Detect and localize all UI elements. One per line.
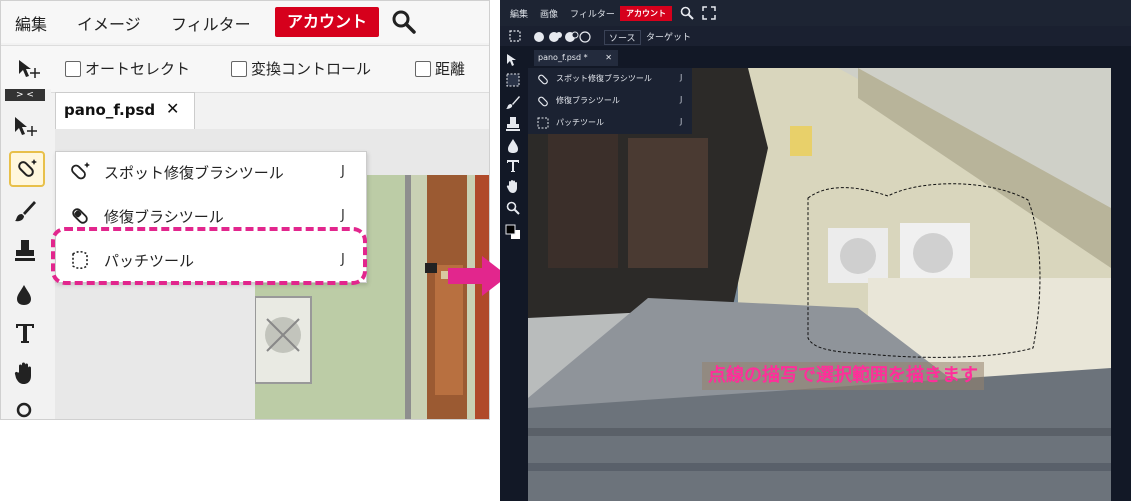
- tab-row: pano_f.psd * ✕: [526, 48, 1131, 66]
- menu-filter[interactable]: フィルター: [570, 7, 615, 20]
- zoom-icon[interactable]: [505, 200, 521, 216]
- source-option[interactable]: ソース: [604, 30, 641, 45]
- menu-bar: 編集 画像 フィルター アカウント: [500, 0, 1131, 26]
- transform-label: 変換コントロール: [251, 60, 372, 78]
- flyout-label: 修復ブラシツール: [556, 96, 620, 105]
- menu-edit[interactable]: 編集: [510, 7, 528, 20]
- spot-healing-icon: [538, 74, 548, 85]
- collapse-toggle[interactable]: > <: [5, 89, 45, 101]
- tool-bar: > <: [1, 89, 51, 419]
- tab-filename: pano_f.psd *: [538, 53, 588, 62]
- tool-bar: [500, 48, 526, 501]
- healing-tools-flyout: スポット修復ブラシツール J 修復ブラシツール J パッチツール J: [528, 68, 692, 134]
- stamp-icon[interactable]: [505, 116, 521, 132]
- move-icon: [15, 117, 37, 136]
- color-swatch-icon[interactable]: [505, 224, 521, 240]
- hand-icon: [14, 362, 31, 384]
- distance-label: 距離: [435, 60, 466, 78]
- left-zoomed-panel: 編集 イメージ フィルター アカウント オートセレクト 変換コントロール 距離 …: [0, 0, 490, 420]
- healing-brush-icon: [72, 208, 88, 224]
- fullscreen-icon[interactable]: [702, 6, 716, 20]
- search-icon[interactable]: [680, 6, 694, 20]
- target-option[interactable]: ターゲット: [646, 30, 691, 43]
- tab-filename: pano_f.psd: [64, 101, 156, 119]
- account-button[interactable]: アカウント: [275, 7, 379, 37]
- menu-edit[interactable]: 編集: [15, 11, 47, 35]
- tab-close-button[interactable]: ✕: [166, 99, 179, 118]
- instruction-caption: 点線の描写で選択範囲を描きます: [702, 362, 984, 390]
- healing-brush-icon: [538, 96, 548, 107]
- patch-tool-highlight: [51, 227, 367, 285]
- patch-icon: [537, 117, 549, 129]
- flyout-shortcut: J: [341, 164, 345, 179]
- move-icon[interactable]: [505, 52, 521, 68]
- brush-icon: [15, 201, 36, 222]
- arrow-right-icon: [448, 256, 508, 296]
- flyout-label: パッチツール: [556, 118, 604, 127]
- hand-icon[interactable]: [505, 178, 521, 194]
- healing-tool[interactable]: [9, 151, 45, 187]
- flyout-shortcut: J: [341, 208, 345, 223]
- transform-checkbox[interactable]: [231, 61, 247, 77]
- move-tool[interactable]: [9, 111, 41, 143]
- stamp-icon: [15, 240, 35, 261]
- flyout-shortcut: J: [680, 95, 683, 104]
- flyout-label: スポット修復ブラシツール: [104, 164, 284, 182]
- drop-icon[interactable]: [505, 138, 521, 154]
- brush-icon[interactable]: [505, 94, 521, 110]
- flyout-item-spot-healing[interactable]: スポット修復ブラシツール J: [528, 68, 692, 90]
- account-button[interactable]: アカウント: [620, 6, 672, 21]
- flyout-item-healing-brush[interactable]: 修復ブラシツール J: [528, 90, 692, 112]
- patch-tool-icon[interactable]: [505, 72, 521, 88]
- search-icon[interactable]: [391, 9, 417, 35]
- type-icon: [16, 324, 34, 343]
- selection-mode-icons[interactable]: [532, 29, 592, 43]
- type-tool[interactable]: [9, 317, 41, 349]
- options-bar: ソース ターゲット: [500, 26, 1131, 46]
- menu-filter[interactable]: フィルター: [171, 11, 251, 35]
- spot-healing-icon: [71, 162, 90, 180]
- menu-bar: 編集 イメージ フィルター アカウント: [1, 1, 489, 43]
- type-icon[interactable]: [505, 158, 521, 174]
- move-tool-icon[interactable]: [17, 58, 41, 80]
- auto-select-checkbox[interactable]: [65, 61, 81, 77]
- flyout-item-patch[interactable]: パッチツール J: [528, 112, 692, 134]
- document-tab[interactable]: pano_f.psd * ✕: [534, 50, 618, 66]
- auto-select-label: オートセレクト: [85, 60, 191, 78]
- drop-icon: [17, 285, 31, 305]
- zoom-tool[interactable]: [9, 395, 41, 419]
- document-tab[interactable]: pano_f.psd ✕: [55, 92, 195, 129]
- menu-image[interactable]: イメージ: [77, 11, 141, 35]
- brush-tool[interactable]: [9, 195, 41, 227]
- stamp-tool[interactable]: [9, 235, 41, 267]
- menu-image[interactable]: 画像: [540, 7, 558, 20]
- flyout-item-spot-healing[interactable]: スポット修復ブラシツール J: [56, 152, 366, 192]
- hand-tool[interactable]: [9, 357, 41, 389]
- tab-close-button[interactable]: ✕: [605, 50, 612, 66]
- bandage-icon: [18, 159, 37, 177]
- options-bar: オートセレクト 変換コントロール 距離: [1, 45, 489, 93]
- distance-checkbox[interactable]: [415, 61, 431, 77]
- flyout-label: 修復ブラシツール: [104, 208, 224, 226]
- blur-tool[interactable]: [9, 279, 41, 311]
- patch-icon[interactable]: [508, 29, 522, 43]
- flyout-shortcut: J: [680, 117, 683, 126]
- right-editor-panel: 編集 画像 フィルター アカウント ソース ターゲット pano_f.psd *…: [500, 0, 1131, 501]
- flyout-label: スポット修復ブラシツール: [556, 74, 652, 83]
- zoom-icon: [16, 402, 32, 418]
- flyout-shortcut: J: [680, 73, 683, 82]
